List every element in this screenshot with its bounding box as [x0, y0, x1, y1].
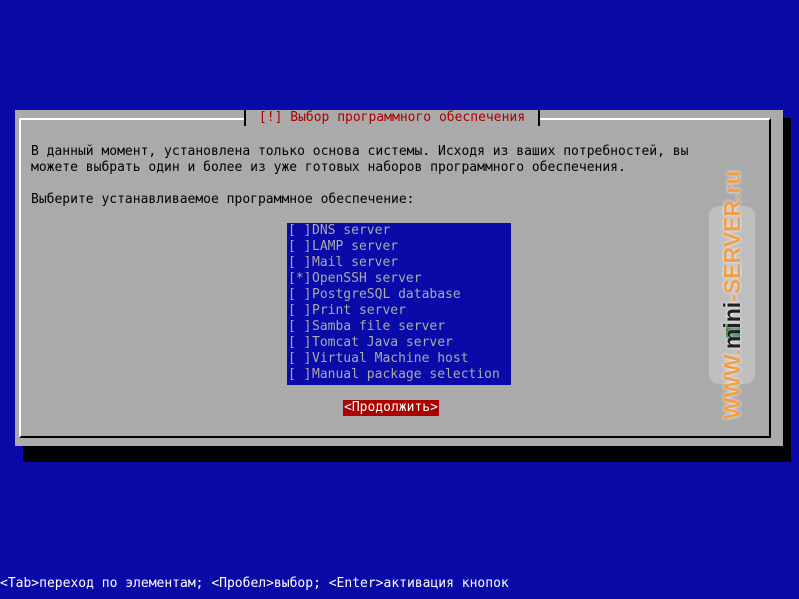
list-item-manual-package-selection[interactable]: [ ]Manual package selection — [287, 367, 511, 383]
list-item-mail-server[interactable]: [ ]Mail server — [287, 255, 511, 271]
watermark-suffix: -SERVER.ru — [719, 170, 745, 302]
checkbox[interactable]: [ ] — [288, 351, 312, 367]
watermark-middle: mini — [719, 301, 745, 350]
software-prompt: Выберите устанавливаемое программное обе… — [31, 192, 415, 207]
list-item-label: Samba file server — [312, 319, 446, 334]
watermark-prefix: WWW. — [719, 349, 745, 420]
list-item-dns-server[interactable]: [ ]DNS server — [287, 223, 511, 239]
checkbox[interactable]: [ ] — [288, 335, 312, 351]
watermark-text: WWW.mini-SERVER.ru — [719, 171, 745, 420]
software-list[interactable]: [ ]DNS server [ ]LAMP server [ ]Mail ser… — [287, 223, 511, 385]
list-item-postgresql-database[interactable]: [ ]PostgreSQL database — [287, 287, 511, 303]
list-item-openssh-server[interactable]: [*]OpenSSH server — [287, 271, 511, 287]
watermark-logo: WWW.mini-SERVER.ru — [709, 171, 755, 419]
checkbox[interactable]: [*] — [288, 271, 312, 287]
list-item-tomcat-java-server[interactable]: [ ]Tomcat Java server — [287, 335, 511, 351]
checkbox[interactable]: [ ] — [288, 367, 312, 383]
list-item-label: Virtual Machine host — [312, 351, 469, 366]
list-item-label: OpenSSH server — [312, 271, 422, 286]
list-item-virtual-machine-host[interactable]: [ ]Virtual Machine host — [287, 351, 511, 367]
list-item-label: Mail server — [312, 255, 399, 270]
list-item-lamp-server[interactable]: [ ]LAMP server — [287, 239, 511, 255]
list-item-print-server[interactable]: [ ]Print server — [287, 303, 511, 319]
checkbox[interactable]: [ ] — [288, 287, 312, 303]
list-item-samba-file-server[interactable]: [ ]Samba file server — [287, 319, 511, 335]
checkbox[interactable]: [ ] — [288, 239, 312, 255]
checkbox[interactable]: [ ] — [288, 303, 312, 319]
list-item-label: DNS server — [312, 223, 391, 238]
software-selection-dialog: [!] Выбор программного обеспечения В дан… — [15, 110, 783, 446]
checkbox[interactable]: [ ] — [288, 255, 312, 271]
checkbox[interactable]: [ ] — [288, 319, 312, 335]
list-item-label: Tomcat Java server — [312, 335, 453, 350]
list-item-label: LAMP server — [312, 239, 399, 254]
list-item-label: Manual package selection — [312, 367, 500, 382]
continue-button[interactable]: <Продолжить> — [343, 400, 439, 416]
dialog-title: [!] Выбор программного обеспечения — [244, 110, 540, 126]
description-line-2: можете выбрать один и более из уже готов… — [31, 160, 626, 175]
checkbox[interactable]: [ ] — [288, 223, 312, 239]
status-bar-hint: <Tab>переход по элементам; <Пробел>выбор… — [0, 576, 509, 591]
list-item-label: Print server — [312, 303, 406, 318]
description-line-1: В данный момент, установлена только осно… — [31, 144, 689, 159]
list-item-label: PostgreSQL database — [312, 287, 461, 302]
